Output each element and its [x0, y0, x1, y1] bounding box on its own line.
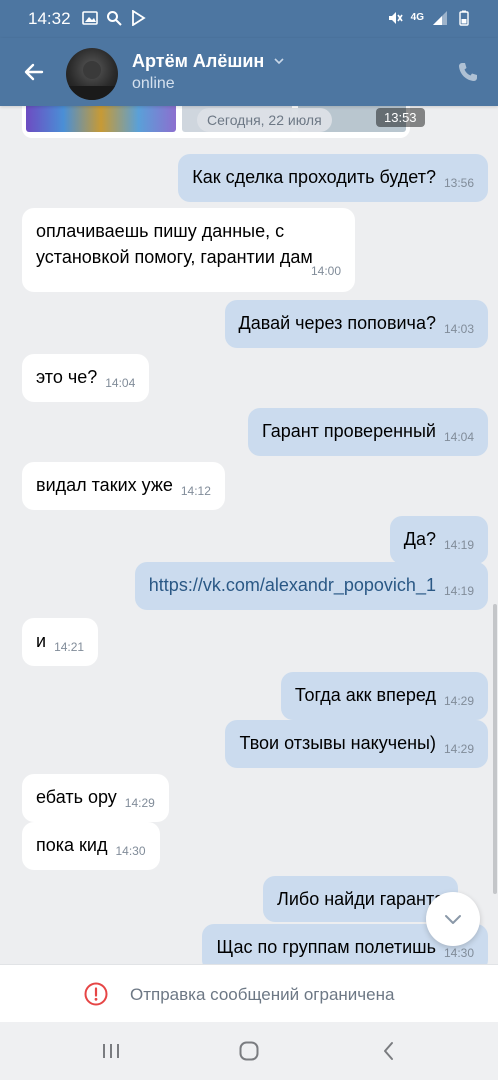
- message-time: 14:21: [54, 640, 85, 654]
- message-time: 14:30: [115, 844, 146, 858]
- arrow-left-icon: [24, 63, 44, 81]
- chevron-down-icon[interactable]: [272, 54, 286, 68]
- message-text: видал таких уже: [36, 475, 173, 495]
- incoming-message[interactable]: оплачиваешь пишу данные, с установкой по…: [22, 208, 355, 292]
- chevron-left-icon: [384, 1042, 393, 1060]
- message-list[interactable]: Сегодня, 22 июля 13:53 Как сделка проход…: [0, 106, 498, 964]
- incoming-message[interactable]: видал таких уже 14:12: [22, 462, 225, 510]
- contact-status: online: [132, 75, 175, 92]
- play-store-icon: [132, 10, 146, 26]
- message-text: Гарант проверенный: [261, 421, 436, 441]
- message-time: 13:56: [443, 176, 474, 190]
- recent-apps-icon: [103, 1044, 119, 1058]
- outgoing-message[interactable]: Тогда акк вперед 14:29: [280, 672, 488, 720]
- outgoing-message[interactable]: Давай через поповича? 14:03: [224, 300, 488, 348]
- chat-header: Артём Алёшин online: [0, 38, 498, 106]
- date-separator: Сегодня, 22 июля: [197, 108, 332, 132]
- home-icon: [239, 1041, 259, 1061]
- attachment-preview[interactable]: Сегодня, 22 июля 13:53: [22, 106, 425, 138]
- image-icon: [82, 11, 98, 25]
- back-nav-button[interactable]: [374, 1036, 404, 1066]
- message-text: это че?: [36, 367, 98, 387]
- message-time: 14:19: [443, 584, 474, 598]
- message-text: Как сделка проходить будет?: [192, 167, 436, 187]
- restriction-text: Отправка сообщений ограничена: [130, 985, 395, 1004]
- message-time: 14:29: [443, 742, 474, 756]
- message-text: пока кид: [36, 835, 108, 855]
- outgoing-message[interactable]: Да? 14:19: [389, 516, 488, 564]
- message-text: Твои отзывы накучены): [239, 733, 436, 753]
- signal-icon: [433, 11, 447, 25]
- avatar[interactable]: [66, 48, 118, 100]
- network-type: 4G: [410, 12, 424, 23]
- outgoing-message[interactable]: Как сделка проходить будет? 13:56: [178, 154, 488, 202]
- message-text: ебать ору: [36, 787, 117, 807]
- back-button[interactable]: [18, 56, 50, 88]
- incoming-message[interactable]: ебать ору 14:29: [22, 774, 169, 822]
- warning-icon: [84, 982, 108, 1006]
- recent-apps-button[interactable]: [96, 1036, 126, 1066]
- system-nav-bar: [0, 1022, 498, 1080]
- attachment-time: 13:53: [376, 108, 425, 127]
- message-text: Щас по группам полетишь: [216, 937, 436, 957]
- attachment-thumbnail[interactable]: [26, 106, 176, 132]
- incoming-message[interactable]: это че? 14:04: [22, 354, 150, 402]
- outgoing-message[interactable]: Гарант проверенный 14:04: [247, 408, 488, 456]
- message-text: Тогда акк вперед: [294, 685, 436, 705]
- message-text: оплачиваешь пишу данные, с установкой по…: [36, 221, 313, 267]
- scroll-down-button[interactable]: [426, 892, 480, 946]
- home-button[interactable]: [234, 1036, 264, 1066]
- restriction-bar: Отправка сообщений ограничена: [0, 964, 498, 1023]
- message-time: 14:30: [443, 946, 474, 960]
- message-time: 14:19: [443, 538, 474, 552]
- message-time: 14:29: [443, 694, 474, 708]
- outgoing-message[interactable]: Твои отзывы накучены) 14:29: [225, 720, 488, 768]
- message-text: Да?: [403, 529, 436, 549]
- chevron-down-icon: [445, 915, 461, 924]
- message-time: 14:04: [105, 376, 136, 390]
- status-bar: 14:32 4G: [0, 0, 498, 38]
- status-time: 14:32: [28, 9, 71, 28]
- message-link[interactable]: https://vk.com/alexandr_popovich_1: [149, 575, 436, 595]
- message-time: 14:00: [310, 264, 341, 278]
- message-time: 14:12: [180, 484, 211, 498]
- message-time: 14:03: [443, 322, 474, 336]
- contact-name[interactable]: Артём Алёшин: [132, 51, 264, 72]
- battery-icon: [459, 10, 469, 26]
- message-text: и: [36, 631, 47, 651]
- mute-icon: [388, 12, 403, 24]
- message-text: Либо найди гаранта: [277, 889, 444, 909]
- outgoing-message-link[interactable]: https://vk.com/alexandr_popovich_1 14:19: [134, 562, 488, 610]
- scrollbar[interactable]: [493, 604, 497, 894]
- message-time: 14:04: [443, 430, 474, 444]
- incoming-message[interactable]: пока кид 14:30: [22, 822, 160, 870]
- avatar-image: [66, 61, 118, 100]
- message-time: 14:29: [124, 796, 155, 810]
- phone-icon[interactable]: [456, 60, 480, 84]
- search-icon: [107, 11, 122, 26]
- incoming-message[interactable]: и 14:21: [22, 618, 99, 666]
- message-text: Давай через поповича?: [238, 313, 436, 333]
